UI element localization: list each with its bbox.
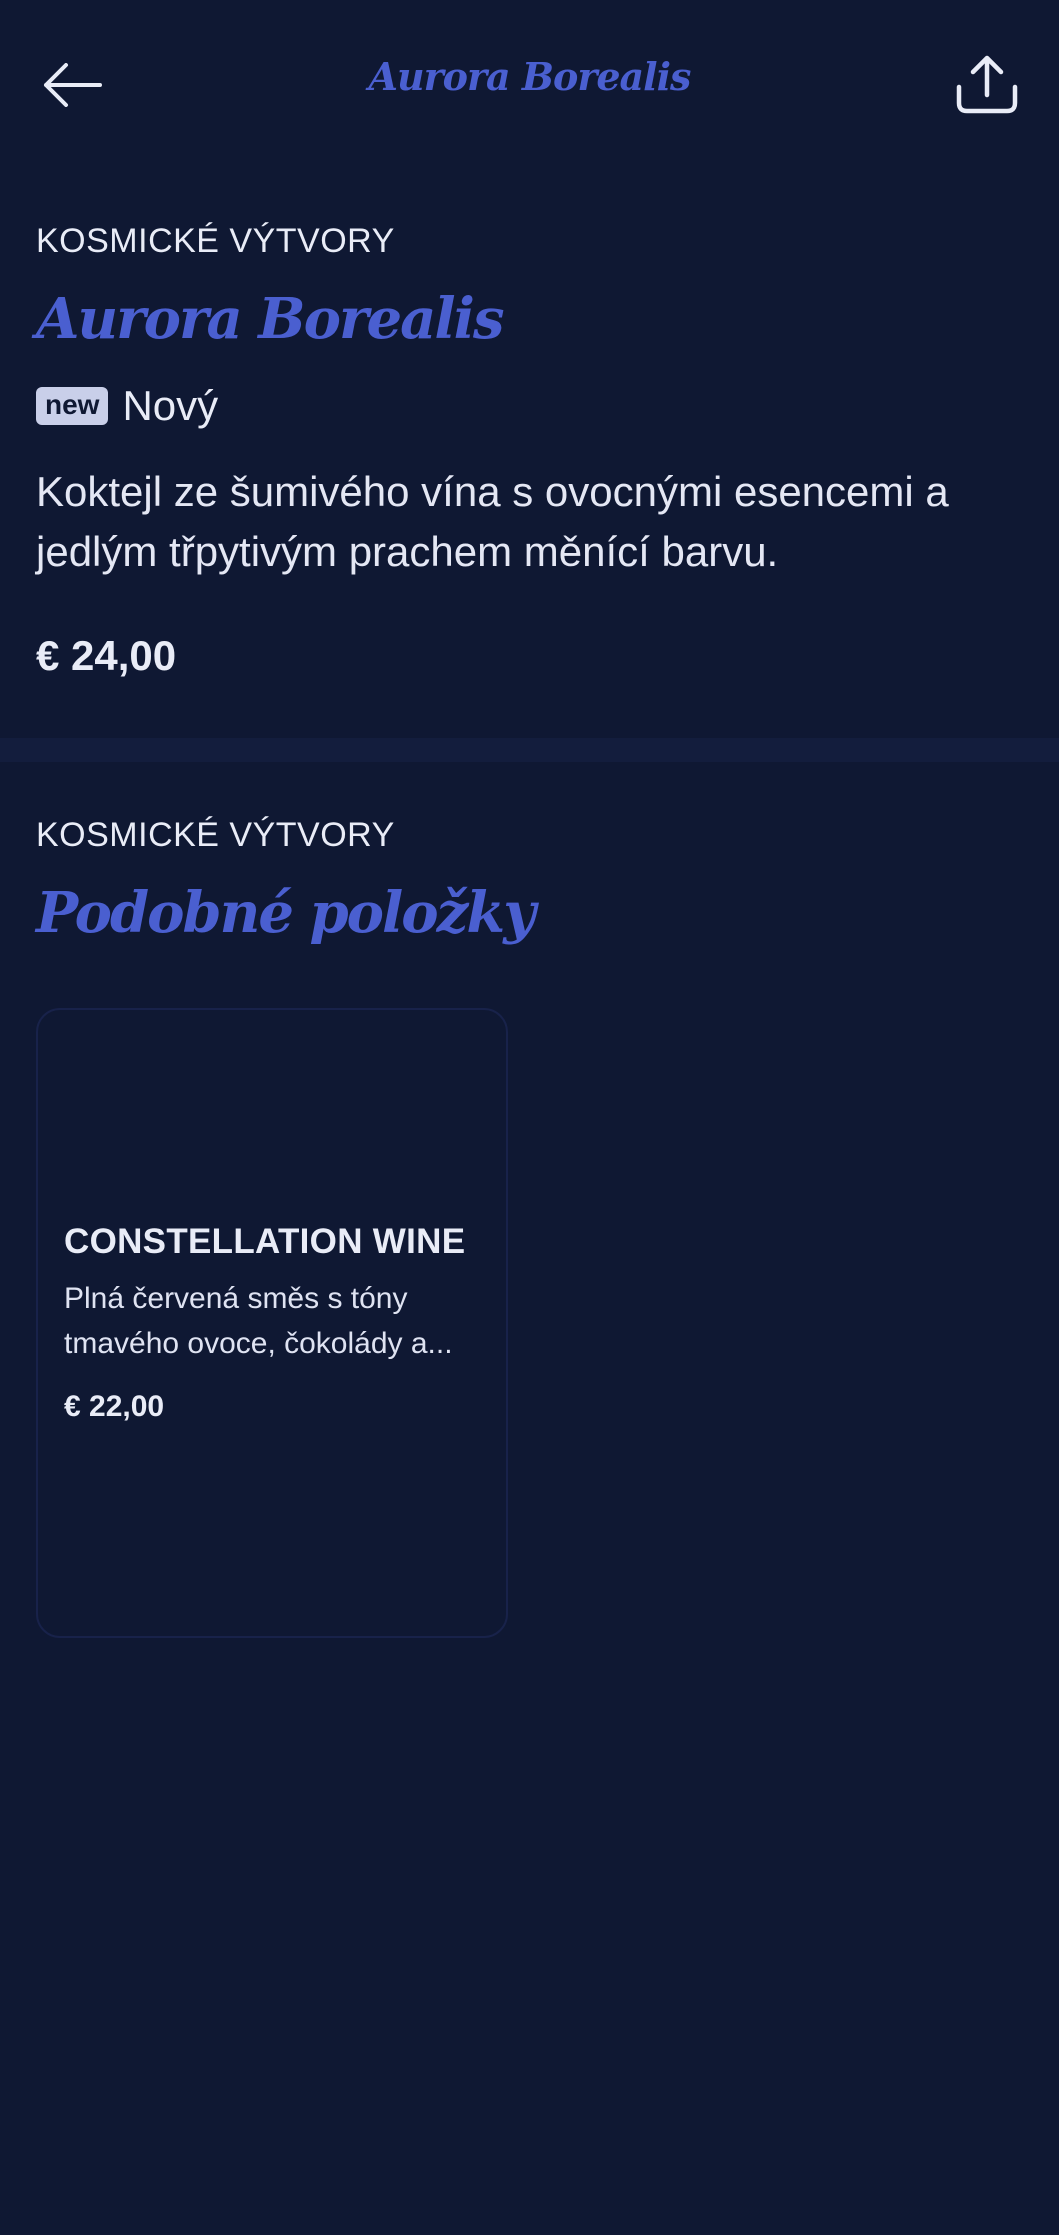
product-description: Koktejl ze šumivého vína s ovocnými esen… — [36, 468, 949, 575]
product-price: € 24,00 — [36, 632, 177, 679]
product-title: Aurora Borealis — [36, 286, 504, 352]
section-divider — [0, 738, 1059, 762]
new-badge: new — [36, 387, 109, 425]
similar-item-price: € 22,00 — [64, 1390, 165, 1423]
top-bar: Aurora Borealis — [0, 0, 1059, 170]
similar-item-description: Plná červená směs s tóny tmavého ovoce, … — [64, 1282, 453, 1360]
product-category: KOSMICKÉ VÝTVORY — [36, 222, 395, 260]
share-button[interactable] — [948, 48, 1026, 122]
similar-category: KOSMICKÉ VÝTVORY — [36, 816, 395, 854]
header-title: Aurora Borealis — [368, 54, 692, 99]
similar-heading: Podobné položky — [36, 880, 536, 946]
share-icon — [956, 55, 1018, 114]
similar-item-card[interactable]: CONSTELLATION WINE Plná červená směs s t… — [36, 1008, 508, 1638]
new-badge-row: new Nový — [36, 382, 1026, 430]
new-badge-label: Nový — [122, 382, 219, 429]
similar-item-name: CONSTELLATION WINE — [64, 1222, 466, 1261]
